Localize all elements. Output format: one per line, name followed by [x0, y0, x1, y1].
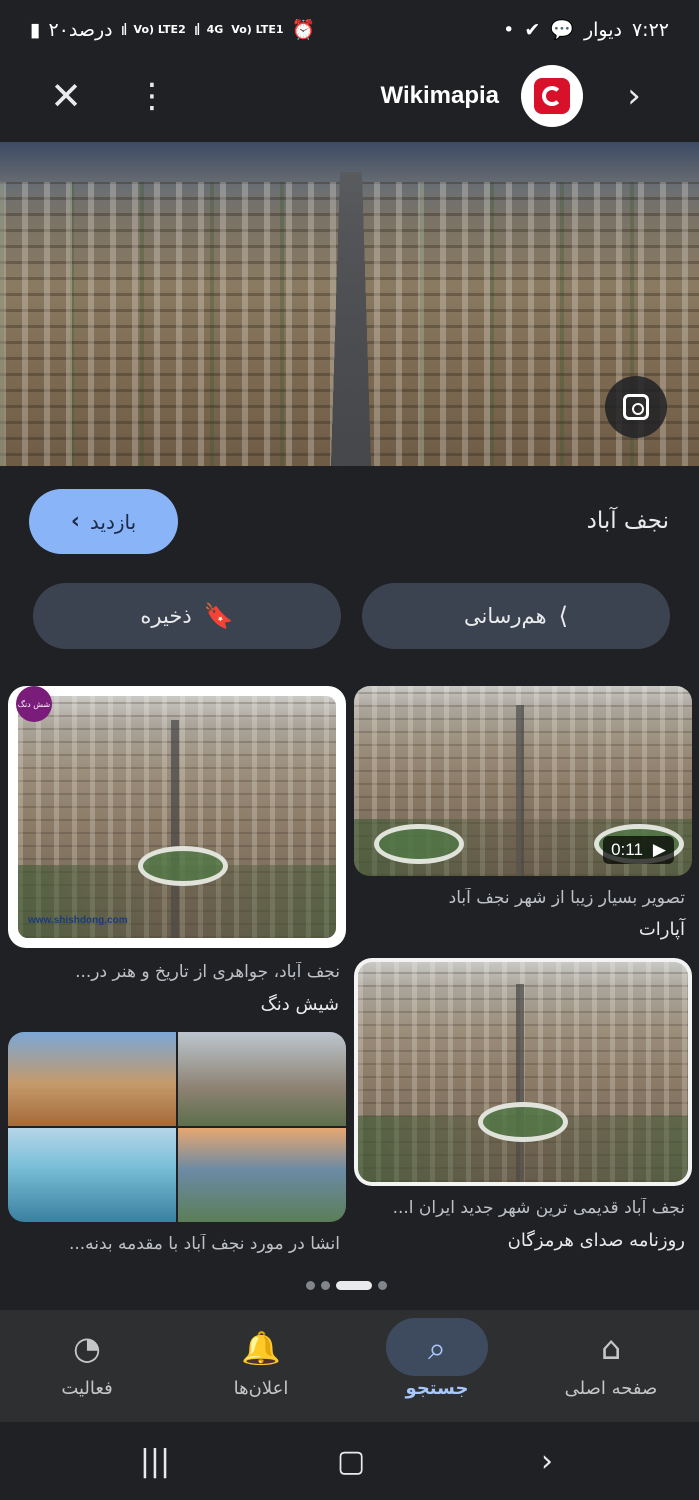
pager-dot[interactable] [378, 1281, 387, 1290]
battery-icon: ▮ [30, 18, 41, 41]
share-button[interactable]: هم‌رسانی ⟨ [362, 583, 670, 649]
dot-icon: • [503, 18, 515, 41]
result-image-shishdong[interactable]: www.shishdong.com شش دنگ [8, 686, 346, 948]
volte-1-label: Vo) LTE1 [231, 23, 284, 36]
nav-search-label: جستجو [405, 1378, 469, 1399]
signal-icon-2: ıl [193, 20, 201, 39]
shishdong-badge: شش دنگ [16, 686, 52, 722]
duration-text: 0:11 [611, 840, 643, 859]
collage-cell [178, 1128, 346, 1222]
collage-cell [8, 1128, 176, 1222]
chevron-right-icon[interactable]: › [614, 74, 654, 118]
place-title: نجف آباد [586, 508, 669, 534]
nav-search[interactable]: ⌕ جستجو [362, 1310, 512, 1422]
chat-icon: 💬 [550, 19, 574, 41]
network-label: 4G [206, 23, 224, 36]
close-icon[interactable]: ✕ [44, 74, 88, 118]
result-caption[interactable]: انشا در مورد نجف آباد با مقدمه بدنه... [20, 1234, 340, 1254]
recent-apps-icon[interactable]: ||| [130, 1440, 180, 1484]
signal-icon: ıl [120, 20, 128, 39]
home-icon: ⌂ [600, 1329, 622, 1367]
hero-image[interactable] [0, 142, 699, 466]
result-image-collage[interactable] [8, 1032, 346, 1222]
status-left: ▮ ۲۰درصد ıl Vo) LTE2 ıl 4G Vo) LTE1 ⏰ [30, 18, 316, 42]
result-image-hormozgan[interactable] [354, 958, 692, 1186]
collage-cell [8, 1032, 176, 1126]
status-right: • ✔ 💬 دیوار ۷:۲۲ [503, 18, 669, 42]
site-title: Wikimapia [380, 82, 500, 109]
header-bar: ✕ ⋮ Wikimapia › [0, 62, 699, 142]
visit-button[interactable]: ‹ بازدید [29, 489, 178, 554]
clock: ۷:۲۲ [631, 18, 669, 41]
carousel-pager [306, 1281, 387, 1290]
back-icon[interactable]: › [522, 1440, 572, 1484]
more-vert-icon[interactable]: ⋮ [130, 74, 174, 118]
result-source[interactable]: روزنامه صدای هرمزگان [508, 1230, 685, 1251]
pager-dot[interactable] [306, 1281, 315, 1290]
video-duration-badge: 0:11 ▶ [603, 836, 674, 864]
search-icon: ⌕ [428, 1329, 446, 1367]
chevron-left-icon: ‹ [70, 509, 80, 534]
system-nav-bar: ||| ▢ › [0, 1422, 699, 1500]
volte-2-label: Vo) LTE2 [133, 23, 186, 36]
battery-text: ۲۰درصد [48, 18, 113, 41]
bottom-nav: ◔ فعالیت 🔔 اعلان‌ها ⌕ جستجو ⌂ صفحه اصلی [0, 1310, 699, 1422]
result-caption[interactable]: نجف آباد، جواهری از تاریخ و هنر در... [20, 962, 340, 982]
share-label: هم‌رسانی [464, 604, 547, 628]
nav-activity[interactable]: ◔ فعالیت [12, 1310, 162, 1422]
pager-dot-active[interactable] [336, 1281, 372, 1290]
nav-notifications[interactable]: 🔔 اعلان‌ها [186, 1310, 336, 1422]
share-icon: ⟨ [558, 602, 568, 630]
carrier-label: دیوار [583, 18, 622, 41]
save-label: ذخیره [140, 604, 192, 628]
activity-icon: ◔ [73, 1329, 101, 1367]
check-icon: ✔ [524, 18, 541, 41]
site-logo [521, 65, 583, 127]
result-source[interactable]: شیش دنگ [261, 994, 339, 1015]
lens-search-icon[interactable] [605, 376, 667, 438]
result-source[interactable]: آپارات [639, 919, 685, 940]
alarm-icon: ⏰ [291, 19, 316, 41]
result-caption[interactable]: نجف آباد قدیمی ترین شهر جدید ایران ا... [355, 1198, 685, 1218]
nav-notifications-label: اعلان‌ها [233, 1378, 289, 1399]
home-button-icon[interactable]: ▢ [326, 1440, 376, 1484]
status-bar: ▮ ۲۰درصد ıl Vo) LTE2 ıl 4G Vo) LTE1 ⏰ • … [0, 0, 699, 62]
nav-home-label: صفحه اصلی [564, 1378, 658, 1399]
nav-activity-label: فعالیت [61, 1378, 113, 1399]
bell-icon: 🔔 [241, 1329, 281, 1367]
result-caption[interactable]: تصویر بسیار زیبا از شهر نجف آباد [355, 888, 685, 908]
watermark-text: www.shishdong.com [28, 915, 128, 926]
collage-cell [178, 1032, 346, 1126]
play-icon: ▶ [652, 840, 666, 859]
bookmark-icon: 🔖 [203, 602, 234, 630]
visit-label: بازدید [89, 509, 137, 534]
nav-home[interactable]: ⌂ صفحه اصلی [536, 1310, 686, 1422]
result-image-aparat[interactable]: 0:11 ▶ [354, 686, 692, 876]
pager-dot[interactable] [321, 1281, 330, 1290]
save-button[interactable]: ذخیره 🔖 [33, 583, 341, 649]
